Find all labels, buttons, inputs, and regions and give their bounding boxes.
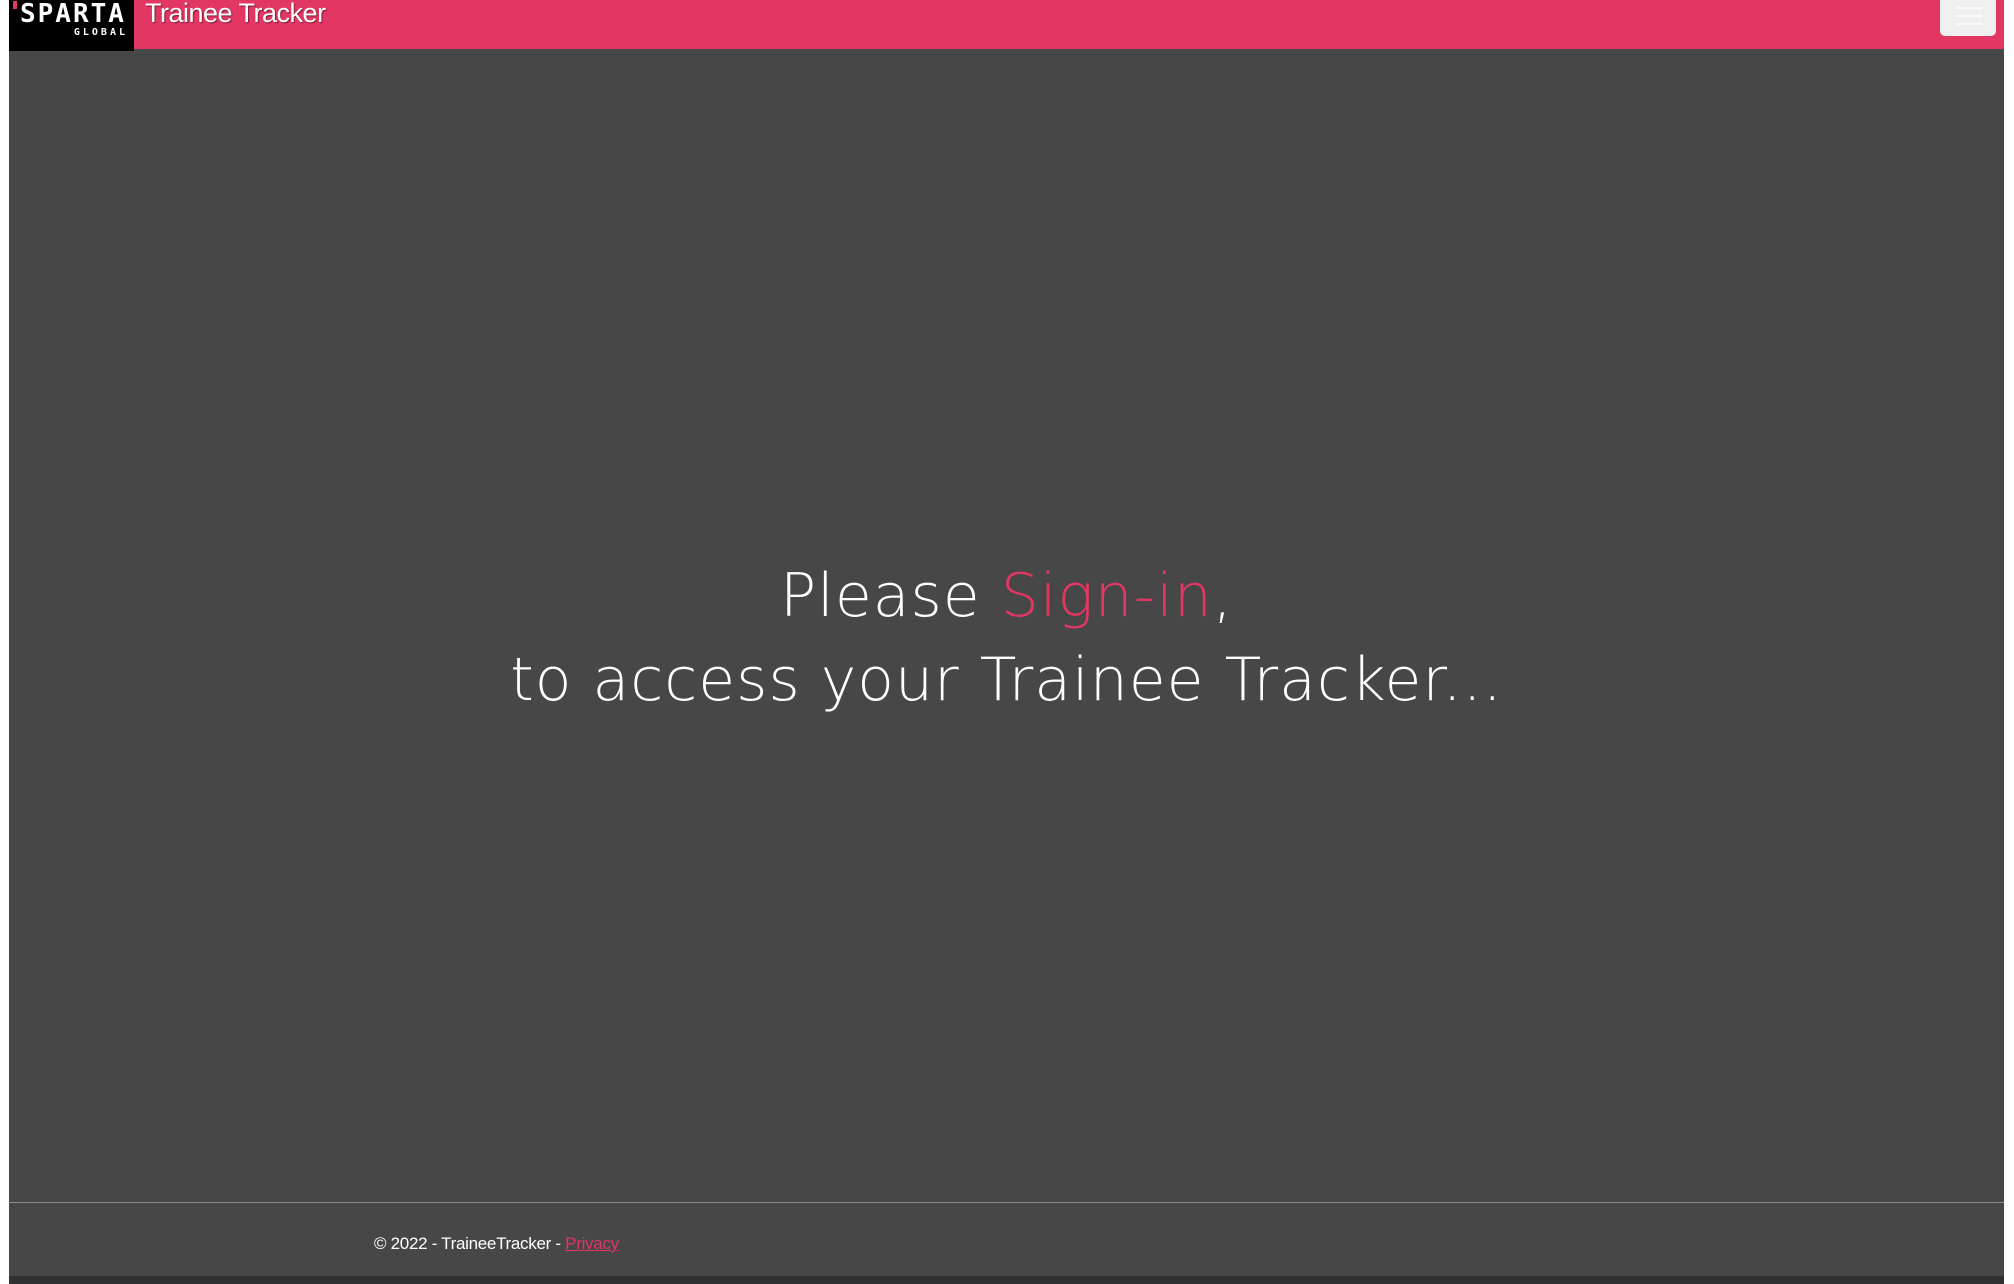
app-window: SPARTA GLOBAL Trainee Tracker Please Sig… [9,0,2004,1284]
navbar-toggle-button[interactable] [1940,0,1996,36]
message-comma: , [1212,561,1233,631]
privacy-link[interactable]: Privacy [565,1234,619,1253]
top-navbar: SPARTA GLOBAL Trainee Tracker [9,0,2004,51]
message-line-1: Please Sign-in, [9,554,2004,638]
app-title-link[interactable]: Trainee Tracker [145,0,326,28]
hamburger-icon-line-bottom [1956,23,1982,25]
sign-in-message: Please Sign-in, to access your Trainee T… [9,554,2004,722]
page-footer: © 2022 - TraineeTracker - Privacy [9,1202,2004,1284]
logo-accent-mark [13,1,17,9]
message-line-2: to access your Trainee Tracker... [510,645,1503,715]
logo-subtitle: GLOBAL [73,27,128,38]
message-prefix: Please [780,561,1001,631]
logo-wordmark: SPARTA [20,0,126,29]
bottom-edge-strip [9,1276,2004,1284]
footer-copyright: © 2022 - TraineeTracker - Privacy [374,1233,619,1255]
sign-in-link[interactable]: Sign-in [1001,561,1213,631]
copyright-text: © 2022 - TraineeTracker - [374,1234,566,1253]
sparta-global-logo[interactable]: SPARTA GLOBAL [9,0,134,51]
main-content: Please Sign-in, to access your Trainee T… [9,49,2004,1202]
hamburger-icon [1956,7,1982,9]
hamburger-icon-line-middle [1956,15,1982,17]
